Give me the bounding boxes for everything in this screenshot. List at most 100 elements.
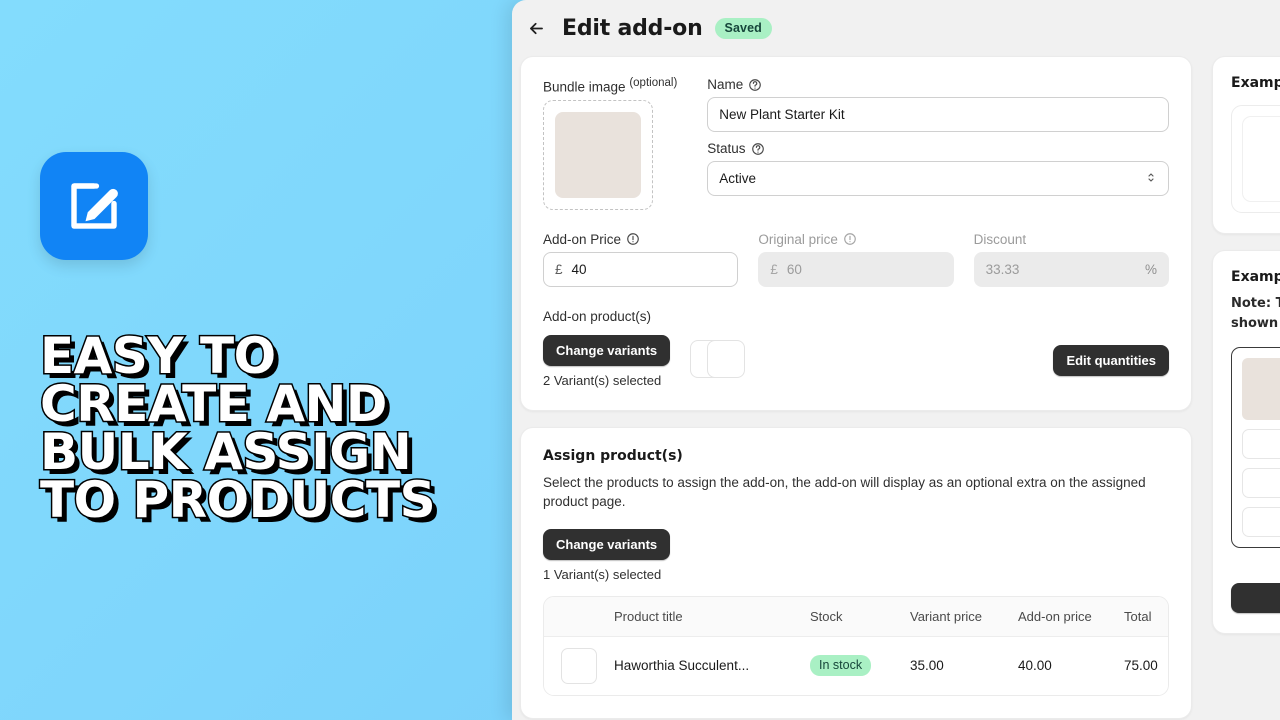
assigned-products-table: Product title Stock Variant price Add-on… bbox=[543, 595, 1169, 696]
original-price-label: Original price bbox=[758, 231, 838, 247]
column-header-addon-price: Add-on price bbox=[1018, 608, 1092, 624]
row-thumbnail-cell bbox=[544, 647, 614, 684]
assign-variants-selected-text: 1 Variant(s) selected bbox=[543, 566, 662, 582]
assign-change-variants-group: Change variants 1 Variant(s) selected bbox=[543, 528, 1169, 582]
status-badge: Saved bbox=[714, 17, 772, 39]
edit-app-icon bbox=[40, 152, 148, 260]
main-column: Bundle image (optional) Name New Plant S… bbox=[520, 56, 1192, 720]
bundle-image-label: Bundle image (optional) bbox=[543, 77, 678, 95]
preview-placeholder-line bbox=[1242, 429, 1280, 459]
headline-line-3: bulk assign bbox=[39, 423, 414, 481]
column-header-product-title: Product title bbox=[614, 608, 683, 624]
back-button[interactable] bbox=[522, 14, 550, 42]
original-price-label-row: Original price bbox=[758, 232, 953, 247]
assign-products-description: Select the products to assign the add-on… bbox=[543, 474, 1146, 510]
column-header-total: Total bbox=[1124, 608, 1152, 624]
addon-price-field: Add-on Price £ 40 bbox=[543, 232, 739, 287]
cup-product-thumb bbox=[716, 348, 736, 370]
screenshot-root: Easy to create and bulk assign to produc… bbox=[0, 0, 1280, 720]
question-circle-icon[interactable] bbox=[748, 78, 762, 92]
name-input-value: New Plant Starter Kit bbox=[719, 107, 845, 122]
name-label: Name bbox=[707, 77, 744, 92]
status-select[interactable]: Active bbox=[707, 161, 1169, 196]
variant-thumbnail[interactable] bbox=[707, 339, 746, 378]
name-input[interactable]: New Plant Starter Kit bbox=[707, 97, 1169, 132]
column-header-stock: Stock bbox=[810, 608, 843, 624]
bundle-image-dropzone[interactable] bbox=[543, 99, 653, 210]
headline-line-4: to products bbox=[39, 471, 438, 529]
chevron-updown-icon bbox=[1145, 170, 1157, 188]
preview-placeholder-line bbox=[1242, 468, 1280, 498]
stock-badge: In stock bbox=[810, 655, 872, 677]
side-primary-button[interactable] bbox=[1231, 583, 1280, 613]
promo-panel: Easy to create and bulk assign to produc… bbox=[39, 152, 500, 529]
bundle-image-field: Bundle image (optional) bbox=[543, 77, 677, 210]
table-row[interactable]: Haworthia Succulent... In stock 35.00 40… bbox=[544, 636, 1168, 695]
headline-line-1: Easy to bbox=[39, 327, 278, 385]
arrow-left-icon bbox=[529, 22, 543, 34]
example-card-1-title: Example bbox=[1231, 75, 1280, 91]
addon-price-input[interactable]: £ 40 bbox=[543, 251, 739, 287]
assign-products-card: Assign product(s) Select the products to… bbox=[520, 426, 1192, 719]
addon-price-label: Add-on Price bbox=[543, 231, 622, 247]
example-card-2-note: Note: This is an example shown within th… bbox=[1231, 296, 1280, 331]
name-status-fields: Name New Plant Starter Kit Status Active bbox=[707, 77, 1169, 210]
editor-preview-frame bbox=[1231, 347, 1280, 548]
plant-shelf-photo bbox=[1242, 358, 1280, 420]
optional-tag: (optional) bbox=[629, 77, 678, 89]
editor-preview-caption: E bbox=[1231, 557, 1280, 571]
currency-symbol: £ bbox=[555, 261, 563, 277]
original-price-field: Original price £ 60 bbox=[758, 232, 954, 287]
status-select-value: Active bbox=[719, 171, 757, 186]
assign-products-heading: Assign product(s) bbox=[543, 447, 683, 464]
example-card-2: Example Note: This is an example shown w… bbox=[1212, 250, 1280, 634]
discount-label: Discount bbox=[973, 231, 1027, 247]
row-product-title: Haworthia Succulent... bbox=[614, 658, 750, 674]
price-fields-row: Add-on Price £ 40 Original price £ 60 Di… bbox=[543, 232, 1169, 287]
addon-details-card: Bundle image (optional) Name New Plant S… bbox=[520, 56, 1192, 411]
status-label: Status bbox=[707, 141, 746, 156]
edit-quantities-button[interactable]: Edit quantities bbox=[1053, 344, 1169, 376]
question-circle-icon[interactable] bbox=[751, 142, 765, 156]
addon-change-variants-button[interactable]: Change variants bbox=[543, 334, 671, 366]
discount-field: Discount 33.33 % bbox=[973, 232, 1169, 287]
succulent-in-terracotta-pot bbox=[1242, 116, 1280, 202]
discount-value: 33.33 bbox=[985, 261, 1020, 277]
addon-variant-thumbnails[interactable] bbox=[690, 339, 754, 378]
column-header-variant-price: Variant price bbox=[910, 608, 983, 624]
side-preview-column: Example bbox=[1212, 56, 1280, 720]
side-button-row bbox=[1231, 583, 1280, 613]
name-label-row: Name bbox=[707, 77, 1169, 92]
app-window: Edit add-on Saved Bundle image (optional… bbox=[512, 0, 1280, 720]
addon-products-row: Change variants 2 Variant(s) selected Ed… bbox=[543, 334, 1169, 388]
assign-change-variants-button[interactable]: Change variants bbox=[543, 528, 671, 560]
page-content: Bundle image (optional) Name New Plant S… bbox=[512, 56, 1280, 720]
table-header-row: Product title Stock Variant price Add-on… bbox=[544, 596, 1168, 637]
addon-price-value: 40 bbox=[571, 261, 587, 277]
original-price-input: £ 60 bbox=[758, 251, 954, 287]
addon-price-label-row: Add-on Price bbox=[543, 232, 738, 247]
headline-line-2: create and bbox=[39, 375, 389, 433]
promo-headline: Easy to create and bulk assign to produc… bbox=[39, 327, 500, 529]
example-card-1: Example bbox=[1212, 56, 1280, 234]
bundle-image-thumbnail[interactable] bbox=[555, 111, 641, 198]
addon-variants-selected-text: 2 Variant(s) selected bbox=[543, 372, 662, 388]
page-header: Edit add-on Saved bbox=[512, 0, 1280, 56]
addon-change-variants-group: Change variants 2 Variant(s) selected bbox=[543, 334, 671, 388]
row-total: 75.00 bbox=[1124, 658, 1158, 674]
discount-input: 33.33 % bbox=[973, 251, 1169, 287]
currency-symbol: £ bbox=[770, 261, 778, 277]
discount-label-row: Discount bbox=[974, 232, 1169, 247]
example-card-2-title: Example bbox=[1231, 269, 1280, 285]
row-variant-price: 35.00 bbox=[910, 658, 944, 674]
page-title: Edit add-on bbox=[562, 15, 703, 41]
addon-products-label: Add-on product(s) bbox=[543, 308, 652, 324]
row-stock-cell: In stock bbox=[810, 655, 910, 677]
status-label-row: Status bbox=[707, 141, 1169, 156]
original-price-value: 60 bbox=[786, 261, 802, 277]
alert-circle-icon[interactable] bbox=[626, 232, 640, 246]
preview-placeholder-line bbox=[1242, 507, 1280, 537]
percent-symbol: % bbox=[1144, 261, 1157, 277]
example-card-1-preview bbox=[1231, 105, 1280, 213]
alert-circle-icon bbox=[843, 232, 857, 246]
